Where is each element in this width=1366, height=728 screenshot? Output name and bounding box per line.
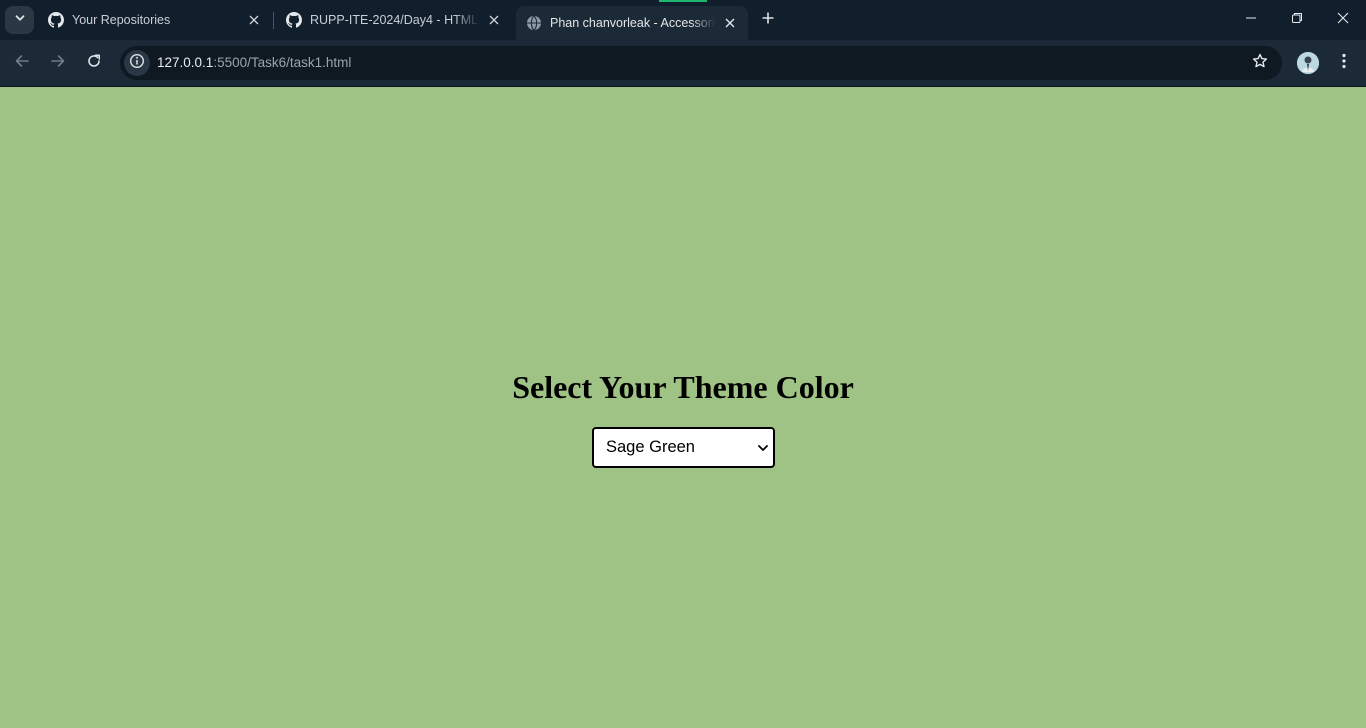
- avatar-icon: [1297, 52, 1319, 74]
- tab-strip: Your Repositories RUPP-ITE-2024/Day4 - H…: [0, 0, 1366, 40]
- page-content: Select Your Theme Color Sage Green: [0, 87, 1366, 728]
- forward-button[interactable]: [44, 49, 72, 77]
- reload-button[interactable]: [80, 49, 108, 77]
- star-icon: [1252, 53, 1268, 74]
- page-heading: Select Your Theme Color: [512, 369, 854, 405]
- tab-title: RUPP-ITE-2024/Day4 - HTML -: [310, 13, 480, 27]
- url-host: 127.0.0.1: [157, 55, 214, 70]
- browser-toolbar: 127.0.0.1:5500/Task6/task1.html: [0, 40, 1366, 87]
- tab-rupp-ite-day4[interactable]: RUPP-ITE-2024/Day4 - HTML -: [274, 0, 512, 40]
- theme-color-select[interactable]: Sage Green: [592, 427, 775, 468]
- github-icon: [286, 12, 302, 28]
- bookmark-button[interactable]: [1250, 53, 1270, 73]
- loading-indicator: [659, 0, 707, 2]
- address-bar[interactable]: 127.0.0.1:5500/Task6/task1.html: [120, 46, 1282, 80]
- url-text[interactable]: 127.0.0.1:5500/Task6/task1.html: [157, 46, 351, 80]
- profile-avatar-button[interactable]: [1297, 52, 1319, 74]
- chevron-down-icon: [757, 441, 769, 455]
- minimize-icon: [1245, 11, 1257, 29]
- url-path: :5500/Task6/task1.html: [213, 55, 352, 70]
- back-button[interactable]: [8, 49, 36, 77]
- tab-title: Phan chanvorleak - Accessories: [550, 16, 716, 30]
- reload-icon: [86, 53, 102, 74]
- arrow-right-icon: [50, 53, 66, 74]
- github-icon: [48, 12, 64, 28]
- close-tab-icon[interactable]: [722, 15, 738, 31]
- close-window-button[interactable]: [1320, 0, 1366, 40]
- selected-theme-value: Sage Green: [606, 438, 695, 456]
- arrow-left-icon: [14, 53, 30, 74]
- new-tab-button[interactable]: [757, 9, 779, 31]
- browser-menu-button[interactable]: [1333, 52, 1355, 74]
- close-tab-icon[interactable]: [246, 12, 262, 28]
- restore-icon: [1291, 11, 1303, 29]
- tab-phan-chanvorleak-accessories[interactable]: Phan chanvorleak - Accessories: [516, 6, 748, 40]
- info-icon: [129, 53, 145, 74]
- tab-search-button[interactable]: [5, 6, 34, 34]
- tab-title: Your Repositories: [72, 13, 171, 27]
- tab-your-repositories[interactable]: Your Repositories: [36, 0, 272, 40]
- minimize-button[interactable]: [1228, 0, 1274, 40]
- more-vert-icon: [1342, 53, 1346, 74]
- restore-button[interactable]: [1274, 0, 1320, 40]
- plus-icon: [761, 11, 775, 30]
- chevron-down-icon: [14, 11, 26, 29]
- close-icon: [1337, 11, 1349, 29]
- globe-icon: [526, 15, 542, 31]
- close-tab-icon[interactable]: [486, 12, 502, 28]
- site-info-button[interactable]: [124, 50, 150, 76]
